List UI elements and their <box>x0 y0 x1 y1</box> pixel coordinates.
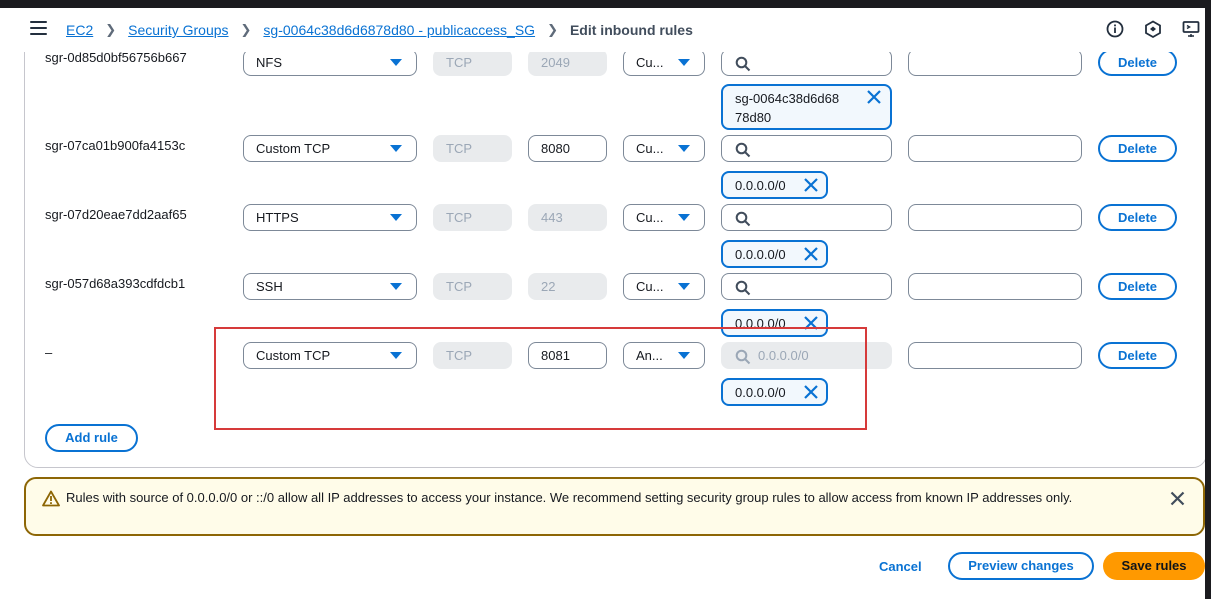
source-token: sg-0064c38d6d68 78d80 <box>721 84 892 130</box>
description-input[interactable] <box>908 342 1082 369</box>
type-value: SSH <box>256 279 283 294</box>
rule-id: sgr-057d68a393cdfdcb1 <box>45 276 186 291</box>
caret-down-icon <box>678 59 690 66</box>
chevron-right-icon: ❯ <box>105 22 117 37</box>
protocol-field: TCP <box>433 204 512 231</box>
source-search-input[interactable] <box>721 135 892 162</box>
source-token: 0.0.0.0/0 <box>721 171 828 199</box>
chevron-right-icon: ❯ <box>240 22 252 37</box>
caret-down-icon <box>390 59 402 66</box>
source-type-value: Cu... <box>636 141 664 156</box>
protocol-field: TCP <box>433 273 512 300</box>
console-icon[interactable] <box>1181 19 1201 39</box>
caret-down-icon <box>390 145 402 152</box>
chevron-right-icon: ❯ <box>547 22 558 37</box>
caret-down-icon <box>390 214 402 221</box>
delete-button[interactable]: Delete <box>1098 204 1177 231</box>
breadcrumb-ec2[interactable]: EC2 <box>66 22 93 38</box>
description-input[interactable] <box>908 135 1082 162</box>
cancel-button[interactable]: Cancel <box>879 559 922 574</box>
delete-button[interactable]: Delete <box>1098 273 1177 300</box>
source-type-select[interactable]: Cu... <box>623 273 705 300</box>
type-value: Custom TCP <box>256 141 331 156</box>
preview-changes-button[interactable]: Preview changes <box>948 552 1094 580</box>
close-icon[interactable] <box>803 177 819 196</box>
source-search-input[interactable] <box>721 49 892 76</box>
caret-down-icon <box>678 214 690 221</box>
caret-down-icon <box>678 145 690 152</box>
breadcrumb-current: Edit inbound rules <box>569 22 693 38</box>
rule-id: sgr-07d20eae7dd2aaf65 <box>45 207 187 222</box>
menu-icon[interactable] <box>30 21 47 35</box>
description-input[interactable] <box>908 204 1082 231</box>
port-range-field: 443 <box>528 204 607 231</box>
highlight-annotation <box>214 327 867 430</box>
delete-button[interactable]: Delete <box>1098 135 1177 162</box>
token-label-line1: sg-0064c38d6d68 <box>735 91 840 106</box>
source-type-value: Cu... <box>636 210 664 225</box>
source-search-input[interactable] <box>721 204 892 231</box>
source-type-value: Cu... <box>636 279 664 294</box>
top-navigation: EC2 ❯ Security Groups ❯ sg-0064c38d6d687… <box>0 8 1205 52</box>
type-value: NFS <box>256 55 282 70</box>
rule-id: – <box>45 345 53 360</box>
search-icon <box>735 56 751 72</box>
breadcrumb-security-groups[interactable]: Security Groups <box>128 22 228 38</box>
type-select[interactable]: Custom TCP <box>243 135 417 162</box>
token-label: 0.0.0.0/0 <box>735 247 786 262</box>
token-label: 0.0.0.0/0 <box>735 178 786 193</box>
port-range-field: 22 <box>528 273 607 300</box>
close-icon[interactable] <box>1170 491 1185 511</box>
close-icon[interactable] <box>803 246 819 265</box>
search-icon <box>735 211 751 227</box>
type-select[interactable]: SSH <box>243 273 417 300</box>
info-icon[interactable] <box>1105 19 1125 39</box>
source-type-value: Cu... <box>636 55 664 70</box>
source-type-select[interactable]: Cu... <box>623 135 705 162</box>
search-icon <box>735 280 751 296</box>
source-type-select[interactable]: Cu... <box>623 204 705 231</box>
delete-button[interactable]: Delete <box>1098 49 1177 76</box>
breadcrumb-security-group[interactable]: sg-0064c38d6d6878d80 - publicaccess_SG <box>263 22 535 38</box>
close-icon[interactable] <box>866 89 882 108</box>
rule-id: sgr-07ca01b900fa4153c <box>45 138 186 153</box>
search-icon <box>735 142 751 158</box>
type-select[interactable]: NFS <box>243 49 417 76</box>
breadcrumb: EC2 ❯ Security Groups ❯ sg-0064c38d6d687… <box>66 22 693 38</box>
source-token: 0.0.0.0/0 <box>721 240 828 268</box>
protocol-field: TCP <box>433 135 512 162</box>
delete-button[interactable]: Delete <box>1098 342 1177 369</box>
rule-id: sgr-0d85d0bf56756b667 <box>45 50 187 65</box>
warning-icon <box>42 490 60 512</box>
port-range-field: 2049 <box>528 49 607 76</box>
save-rules-button[interactable]: Save rules <box>1103 552 1205 580</box>
warning-text: Rules with source of 0.0.0.0/0 or ::/0 a… <box>66 490 1073 505</box>
token-label-line2: 78d80 <box>735 110 772 125</box>
caret-down-icon <box>390 283 402 290</box>
description-input[interactable] <box>908 273 1082 300</box>
source-search-input[interactable] <box>721 273 892 300</box>
add-rule-button[interactable]: Add rule <box>45 424 138 452</box>
source-type-select[interactable]: Cu... <box>623 49 705 76</box>
type-value: HTTPS <box>256 210 299 225</box>
notifications-icon[interactable] <box>1143 19 1163 39</box>
warning-alert: Rules with source of 0.0.0.0/0 or ::/0 a… <box>24 477 1205 536</box>
caret-down-icon <box>678 283 690 290</box>
port-range-input[interactable]: 8080 <box>528 135 607 162</box>
description-input[interactable] <box>908 49 1082 76</box>
type-select[interactable]: HTTPS <box>243 204 417 231</box>
protocol-field: TCP <box>433 49 512 76</box>
app-window: EC2 ❯ Security Groups ❯ sg-0064c38d6d687… <box>0 8 1205 599</box>
